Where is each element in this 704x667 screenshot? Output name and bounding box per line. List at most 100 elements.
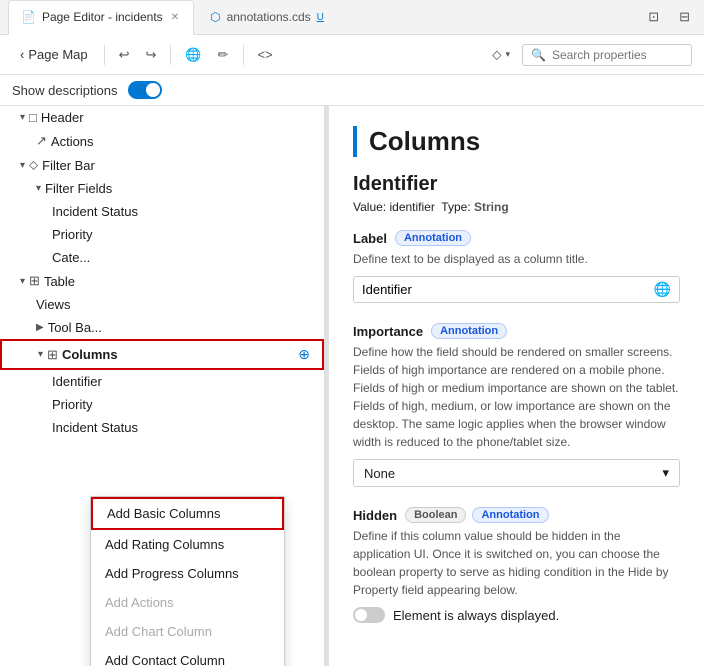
importance-section: Importance Annotation Define how the fie… [353,323,680,487]
tree-label-filter-bar: Filter Bar [42,158,95,173]
hidden-badges: Boolean Annotation [405,507,548,523]
header-box-icon: □ [29,110,37,125]
add-column-button[interactable]: ⊕ [294,344,314,365]
tree-item-category[interactable]: Cate... [0,246,324,269]
property-title: Identifier [353,173,680,196]
importance-select[interactable]: None ▾ [353,459,680,487]
globe-translate-icon[interactable]: 🌐 [654,281,671,298]
tree-item-header[interactable]: ▾ □ Header [0,106,324,129]
tree-label-incident-status: Incident Status [52,204,138,219]
tab-list: 📄 Page Editor - incidents ✕ ⬡ annotation… [8,0,336,35]
tree-label-views: Views [36,297,70,312]
search-input[interactable] [552,48,682,62]
tree-label-filter-fields: Filter Fields [45,181,112,196]
tab-close-page-editor[interactable]: ✕ [169,10,181,25]
hidden-toggle[interactable] [353,607,385,623]
tree-item-tool-bar[interactable]: ▶ Tool Ba... [0,316,324,339]
page-editor-icon: 📄 [21,10,36,24]
tree-label-identifier: Identifier [52,374,102,389]
code-button[interactable]: <> [252,43,279,66]
importance-select-value: None [364,466,395,481]
chevron-columns-icon: ▾ [38,349,43,360]
panel-resize-handle[interactable] [325,106,329,666]
chevron-filter-fields-icon: ▾ [36,183,41,194]
brush-button[interactable]: ✏ [212,43,235,67]
dropdown-add-chart: Add Chart Column [91,617,284,646]
tab-page-editor-label: Page Editor - incidents [42,10,163,24]
actions-icon: ↗ [36,133,47,149]
table-grid-icon: ⊞ [29,273,40,289]
tree-label-header: Header [41,110,84,125]
tree-item-priority-col[interactable]: Priority [0,393,324,416]
add-column-dropdown: Add Basic Columns Add Rating Columns Add… [90,496,285,666]
label-input-row: 🌐 [353,276,680,303]
globe-button[interactable]: 🌐 [179,43,207,67]
hidden-toggle-label: Element is always displayed. [393,608,559,623]
dropdown-add-rating[interactable]: Add Rating Columns [91,530,284,559]
tab-annotations-badge: U [317,12,324,23]
hidden-description: Define if this column value should be hi… [353,527,680,599]
page-map-label: Page Map [28,47,87,62]
tab-annotations-label: annotations.cds [227,10,311,24]
dropdown-add-basic[interactable]: Add Basic Columns [91,497,284,530]
right-panel: Columns Identifier Value: identifier Typ… [329,106,704,666]
tree-item-priority[interactable]: Priority [0,223,324,246]
tree-item-columns[interactable]: ▾ ⊞ Columns ⊕ [0,339,324,370]
tab-bar: 📄 Page Editor - incidents ✕ ⬡ annotation… [0,0,704,35]
main-area: ▾ □ Header ↗ Actions ▾ ⬦ Filter Bar ▾ Fi… [0,106,704,666]
tree-item-actions[interactable]: ↗ Actions [0,129,324,153]
hidden-badge-boolean: Boolean [405,507,466,523]
redo-button[interactable]: ↪ [140,43,163,67]
label-section: Label Annotation Define text to be displ… [353,230,680,303]
chevron-table-icon: ▾ [20,276,25,287]
hidden-section: Hidden Boolean Annotation Define if this… [353,507,680,623]
columns-grid-icon: ⊞ [47,347,58,363]
annotations-icon: ⬡ [210,10,220,24]
page-map-button[interactable]: ‹ Page Map [12,43,96,66]
chevron-left-icon: ‹ [20,47,24,62]
tree-item-views[interactable]: Views [0,293,324,316]
search-icon: 🔍 [531,48,546,62]
tab-page-editor[interactable]: 📄 Page Editor - incidents ✕ [8,0,194,35]
layout-icon[interactable]: ⊡ [642,5,665,29]
show-descriptions-label: Show descriptions [12,83,118,98]
tree-item-filter-fields[interactable]: ▾ Filter Fields [0,177,324,200]
tree-label-columns: Columns [62,347,118,362]
search-box[interactable]: 🔍 [522,44,692,66]
tree-item-table[interactable]: ▾ ⊞ Table [0,269,324,293]
label-title: Label [353,231,387,246]
show-descriptions-toggle[interactable] [128,81,162,99]
left-panel: ▾ □ Header ↗ Actions ▾ ⬦ Filter Bar ▾ Fi… [0,106,325,666]
label-section-header: Label Annotation [353,230,680,246]
hidden-toggle-row: Element is always displayed. [353,607,680,623]
split-view-icon[interactable]: ⊟ [673,5,696,29]
importance-description: Define how the field should be rendered … [353,343,680,451]
panel-section-title: Columns [353,126,680,157]
importance-badge: Annotation [431,323,507,339]
hidden-badge-annotation: Annotation [472,507,548,523]
tab-bar-actions: ⊡ ⊟ [642,5,696,29]
hidden-section-header: Hidden Boolean Annotation [353,507,680,523]
dropdown-add-contact[interactable]: Add Contact Column [91,646,284,666]
toolbar-separator-2 [170,45,171,65]
tree-item-incident-status[interactable]: Incident Status [0,200,324,223]
property-meta: Value: identifier Type: String [353,200,680,214]
tree-item-filter-bar[interactable]: ▾ ⬦ Filter Bar [0,153,324,177]
toolbar-separator-3 [243,45,244,65]
tab-annotations[interactable]: ⬡ annotations.cds U [198,0,336,35]
toolbar-left: ‹ Page Map ↩ ↪ 🌐 ✏ <> [12,43,480,67]
undo-button[interactable]: ↩ [113,43,136,67]
tree-label-priority-col: Priority [52,397,92,412]
label-input[interactable] [362,282,648,297]
filter-icon: ⬦ [492,47,501,63]
hidden-title: Hidden [353,508,397,523]
tree-label-actions: Actions [51,134,94,149]
toolbar-right: ⬦ ▾ 🔍 [486,43,692,67]
tree-item-identifier[interactable]: Identifier [0,370,324,393]
tree-label-tool-bar: Tool Ba... [48,320,102,335]
filter-button[interactable]: ⬦ ▾ [486,43,516,67]
dropdown-add-progress[interactable]: Add Progress Columns [91,559,284,588]
chevron-filter-bar-icon: ▾ [20,160,25,171]
chevron-header-icon: ▾ [20,112,25,123]
tree-item-incident-status-col[interactable]: Incident Status [0,416,324,439]
